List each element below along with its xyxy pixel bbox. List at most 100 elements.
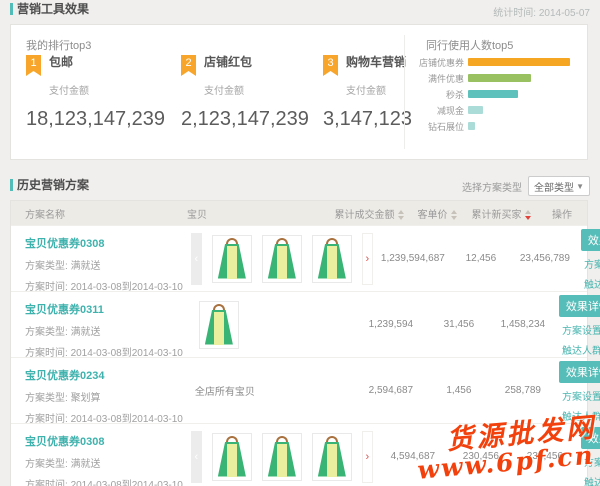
buyers-cell: 23,456,789	[509, 226, 581, 291]
rank-tool-name: 店铺红包	[204, 55, 252, 70]
bar	[468, 58, 570, 66]
amount-cell: 2,594,687	[351, 358, 431, 423]
items-cell: ‹ ›	[183, 424, 373, 486]
plan-type-filter: 选择方案类型 全部类型 ▼	[462, 176, 590, 196]
rank-tool-name: 包邮	[49, 55, 73, 70]
price-cell: 31,456	[431, 292, 487, 357]
table-header-row: 方案名称 宝贝 累计成交金额 客单价 累计新买家 操作	[11, 201, 587, 225]
reach-crowd-link[interactable]: 触达人群>>	[562, 342, 600, 357]
bar	[468, 74, 531, 82]
metric-label: 支付金额	[49, 82, 165, 97]
plan-name-link[interactable]: 宝贝优惠券0308	[25, 235, 183, 251]
rank-value: 3,147,123	[323, 108, 412, 131]
product-image[interactable]	[312, 433, 352, 481]
dropdown-value: 全部类型	[534, 179, 574, 194]
accent-bar	[10, 3, 13, 15]
rank-item-2: 2 店铺红包 支付金额 2,123,147,239	[181, 55, 309, 131]
plan-settings-link[interactable]: 方案设置>>	[584, 454, 600, 469]
bar	[468, 90, 518, 98]
plan-info-cell: 宝贝优惠券0308 方案类型: 满就送 方案时间: 2014-03-08到201…	[11, 226, 183, 291]
rank-item-3: 3 购物车营销 支付金额 3,147,123	[323, 55, 412, 131]
price-cell: 1,456	[431, 358, 487, 423]
table-row: 宝贝优惠券0311 方案类型: 满就送 方案时间: 2014-03-08到201…	[11, 291, 587, 357]
summary-panel: 我的排行top3 1 包邮 支付金额 18,123,147,239 2 店铺红包…	[10, 24, 588, 160]
bar	[468, 106, 483, 114]
effect-detail-button[interactable]: 效果详情	[581, 229, 600, 251]
history-header: 历史营销方案 选择方案类型 全部类型 ▼	[0, 176, 600, 196]
chart-row: 店铺优惠券	[414, 58, 579, 66]
plan-info-cell: 宝贝优惠券0311 方案类型: 满就送 方案时间: 2014-03-08到201…	[11, 292, 183, 357]
items-cell	[183, 292, 351, 357]
product-image[interactable]	[212, 235, 252, 283]
bar-label: 钻石展位	[414, 120, 464, 133]
plan-name-link[interactable]: 宝贝优惠券0234	[25, 367, 183, 383]
metric-label: 支付金额	[346, 82, 412, 97]
buyers-cell: 1,458,234	[487, 292, 559, 357]
bar-label: 秒杀	[414, 88, 464, 101]
effect-detail-button[interactable]: 效果详情	[559, 361, 600, 383]
col-header-price-sort[interactable]: 客单价	[409, 206, 465, 221]
rank-item-1: 1 包邮 支付金额 18,123,147,239	[26, 55, 165, 131]
chart-row: 减现金	[414, 106, 579, 114]
col-header-buyers-sort[interactable]: 累计新买家	[465, 206, 537, 221]
plan-info-cell: 宝贝优惠券0308 方案类型: 满就送 方案时间: 2014-03-08到201…	[11, 424, 183, 486]
table-row: 宝贝优惠券0234 方案类型: 聚划算 方案时间: 2014-03-08到201…	[11, 357, 587, 423]
effect-detail-button[interactable]: 效果详情	[581, 427, 600, 449]
history-title: 历史营销方案	[10, 178, 89, 192]
accent-bar	[10, 179, 13, 191]
plan-info-cell: 宝贝优惠券0234 方案类型: 聚划算 方案时间: 2014-03-08到201…	[11, 358, 183, 423]
product-image[interactable]	[312, 235, 352, 283]
product-image[interactable]	[262, 433, 302, 481]
carousel-next-icon[interactable]: ›	[362, 431, 373, 483]
panel-divider	[404, 35, 405, 149]
rank-badge-icon: 2	[181, 55, 196, 76]
bar-label: 减现金	[414, 104, 464, 117]
all-items-text: 全店所有宝贝	[195, 383, 255, 398]
price-cell: 230,456	[453, 424, 509, 486]
bar-label: 店铺优惠券	[414, 56, 464, 69]
rank-badge-icon: 1	[26, 55, 41, 76]
actions-cell: 效果详情 方案设置>> 触达人群>>	[581, 226, 600, 291]
sort-icon	[451, 210, 457, 220]
bar	[468, 122, 475, 130]
plan-settings-link[interactable]: 方案设置>>	[562, 322, 600, 337]
my-ranking-title: 我的排行top3	[26, 37, 91, 53]
amount-cell: 4,594,687	[373, 424, 453, 486]
plan-settings-link[interactable]: 方案设置>>	[562, 388, 600, 403]
page-title: 营销工具效果	[10, 2, 89, 16]
plan-type-dropdown[interactable]: 全部类型 ▼	[528, 176, 590, 196]
carousel-next-icon[interactable]: ›	[362, 233, 373, 285]
items-cell: ‹ ›	[183, 226, 373, 291]
plan-name-link[interactable]: 宝贝优惠券0311	[25, 301, 183, 317]
reach-crowd-link[interactable]: 触达人群>>	[584, 276, 600, 291]
table-row: 宝贝优惠券0308 方案类型: 满就送 方案时间: 2014-03-08到201…	[11, 225, 587, 291]
table-row: 宝贝优惠券0308 方案类型: 满就送 方案时间: 2014-03-08到201…	[11, 423, 587, 486]
effect-detail-button[interactable]: 效果详情	[559, 295, 600, 317]
item-carousel: ‹ ›	[191, 431, 373, 483]
history-table: 方案名称 宝贝 累计成交金额 客单价 累计新买家 操作 宝贝优惠券0308 方案…	[10, 200, 588, 486]
product-image[interactable]	[212, 433, 252, 481]
reach-crowd-link[interactable]: 触达人群>>	[562, 408, 600, 423]
product-image[interactable]	[262, 235, 302, 283]
buyers-cell: 258,789	[487, 358, 559, 423]
amount-cell: 1,239,594,687	[373, 226, 453, 291]
carousel-prev-icon[interactable]: ‹	[191, 431, 202, 483]
filter-label: 选择方案类型	[462, 179, 522, 194]
peer-usage-bar-chart: 店铺优惠券 满件优惠 秒杀 减现金 钻石展位	[414, 58, 579, 138]
chevron-down-icon: ▼	[576, 182, 584, 191]
chart-row: 满件优惠	[414, 74, 579, 82]
rank-badge-icon: 3	[323, 55, 338, 76]
actions-cell: 效果详情 方案设置>> 触达人群>>	[581, 424, 600, 486]
chart-row: 秒杀	[414, 90, 579, 98]
col-header-amount-sort[interactable]: 累计成交金额	[329, 206, 409, 221]
carousel-prev-icon[interactable]: ‹	[191, 233, 202, 285]
product-image[interactable]	[199, 301, 239, 349]
rank-tool-name: 购物车营销	[346, 55, 406, 70]
chart-row: 钻石展位	[414, 122, 579, 130]
item-carousel: ‹ ›	[191, 233, 373, 285]
actions-cell: 效果详情 方案设置>> 触达人群>>	[559, 292, 600, 357]
plan-name-link[interactable]: 宝贝优惠券0308	[25, 433, 183, 449]
reach-crowd-link[interactable]: 触达人群>>	[584, 474, 600, 486]
plan-settings-link[interactable]: 方案设置>>	[584, 256, 600, 271]
peer-usage-title: 同行使用人数top5	[426, 37, 513, 53]
